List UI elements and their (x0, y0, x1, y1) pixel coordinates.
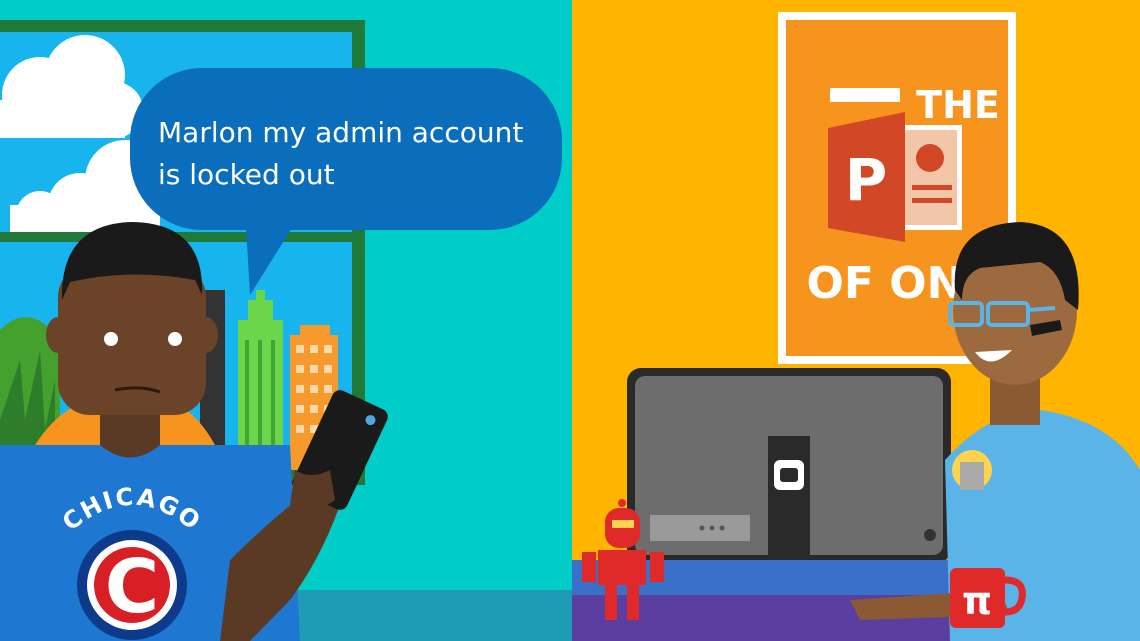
speech-bubble-line2: is locked out (158, 158, 335, 191)
badge-icon (952, 450, 992, 490)
speech-bubble-line1: Marlon my admin account (158, 116, 524, 149)
shirt-logo-letter: C (105, 544, 159, 630)
poster-logo-letter: P (845, 146, 888, 214)
mug-symbol: π (962, 579, 992, 623)
left-panel: C CHICAGO (0, 0, 572, 641)
chicago-logo: C (77, 530, 187, 640)
speech-bubble-text: Marlon my admin account is locked out (158, 112, 558, 196)
right-panel: THE P OF ONE π (572, 0, 1140, 641)
poster-top-text: THE (916, 83, 1000, 127)
powerpoint-logo: P (828, 112, 962, 242)
illustration-scene: C CHICAGO THE P OF ONE π (0, 0, 1140, 641)
